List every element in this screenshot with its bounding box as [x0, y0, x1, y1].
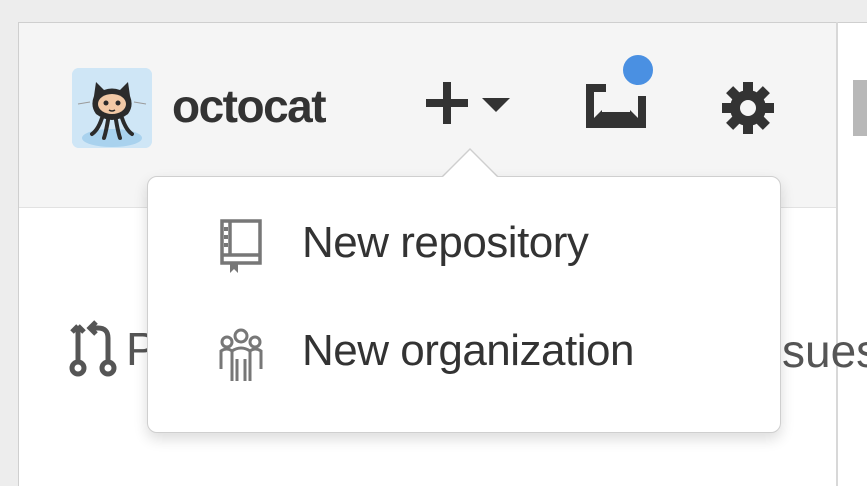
create-new-button[interactable] [424, 80, 514, 130]
issues-link[interactable]: sues [782, 324, 867, 378]
octocat-avatar-icon [72, 68, 152, 148]
menu-item-label: New organization [302, 326, 634, 375]
frame-border-top [18, 22, 867, 23]
menu-item-new-repository[interactable]: New repository [148, 195, 780, 295]
window-frame-top [0, 0, 867, 22]
menu-item-new-organization[interactable]: New organization [148, 303, 780, 403]
avatar[interactable] [72, 68, 152, 148]
pull-request-icon [68, 318, 124, 378]
sign-out-icon[interactable] [853, 80, 867, 136]
notifications-button[interactable] [580, 52, 670, 136]
dropdown-caret [443, 150, 497, 177]
plus-icon [426, 82, 510, 124]
settings-button[interactable] [720, 80, 776, 136]
menu-item-label: New repository [302, 218, 589, 267]
window-frame-left [0, 0, 18, 486]
unread-indicator [620, 52, 656, 88]
repo-icon [216, 217, 266, 275]
organization-icon [216, 325, 266, 383]
create-new-dropdown: New repository New organization [147, 176, 781, 433]
gear-icon [722, 82, 774, 134]
username-label[interactable]: octocat [172, 78, 327, 134]
caret-down-icon [482, 98, 510, 112]
frame-border-right [836, 22, 838, 486]
frame-border-left [18, 22, 19, 486]
